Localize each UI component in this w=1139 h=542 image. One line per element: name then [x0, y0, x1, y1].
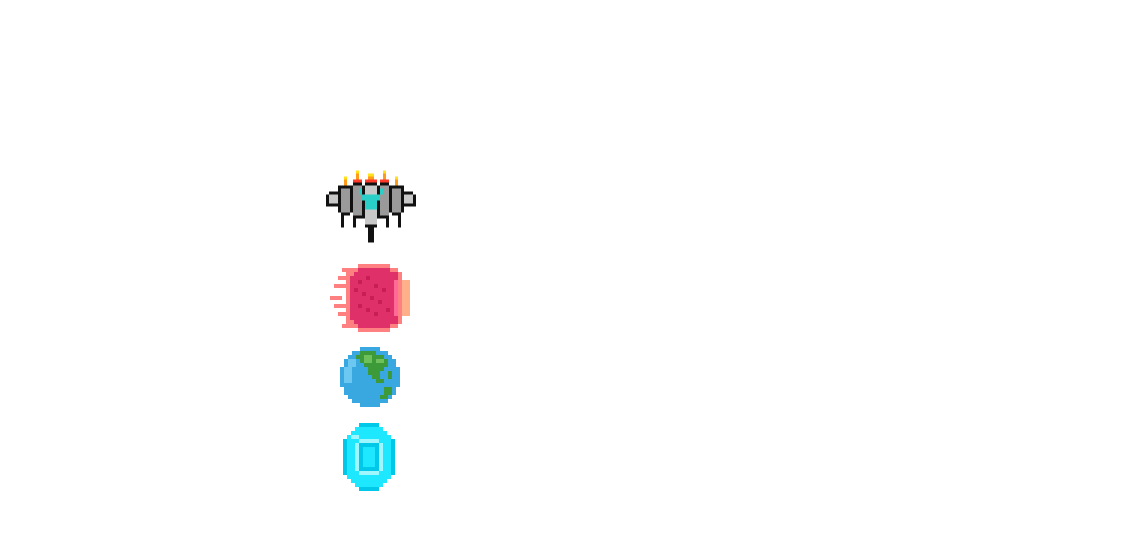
- spaceship-icon[interactable]: [326, 170, 416, 246]
- cyan-crystal-icon[interactable]: [343, 423, 395, 491]
- game-stage: [0, 0, 1139, 542]
- earth-planet-icon[interactable]: [340, 347, 400, 407]
- meteor-icon[interactable]: [330, 264, 410, 332]
